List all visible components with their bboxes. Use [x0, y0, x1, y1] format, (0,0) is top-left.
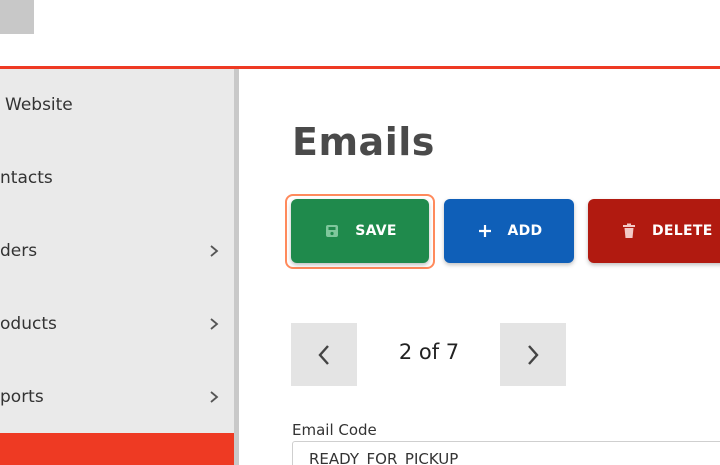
next-page-button[interactable]: [500, 323, 566, 386]
add-button-label: ADD: [507, 223, 543, 239]
sidebar-item-label: ders: [0, 241, 38, 261]
sidebar-divider[interactable]: [234, 69, 239, 465]
sidebar-item-orders[interactable]: ders: [0, 231, 234, 271]
chevron-right-icon: [210, 391, 219, 403]
sidebar-item-label: Website: [5, 95, 73, 115]
previous-page-button[interactable]: [291, 323, 357, 386]
email-code-field[interactable]: [292, 441, 720, 465]
sidebar-item-label: oducts: [0, 314, 57, 334]
sidebar-item-reports[interactable]: ports: [0, 377, 234, 417]
chevron-left-icon: [318, 344, 329, 365]
sidebar-item-label: ntacts: [0, 168, 53, 188]
sidebar-item-active[interactable]: [0, 433, 234, 465]
add-button[interactable]: ADD: [444, 199, 574, 263]
pager-status: 2 of 7: [398, 340, 460, 364]
sidebar-item-products[interactable]: oducts: [0, 304, 234, 344]
logo-icon[interactable]: [0, 0, 34, 34]
delete-button[interactable]: DELETE: [588, 199, 720, 263]
sidebar-item-website[interactable]: Website: [0, 85, 234, 125]
sidebar-item-label: ports: [0, 387, 44, 407]
save-icon: [323, 222, 341, 240]
trash-icon: [620, 222, 638, 240]
sidebar-item-contacts[interactable]: ntacts: [0, 158, 234, 198]
chevron-right-icon: [210, 245, 219, 257]
email-code-label: Email Code: [292, 421, 377, 439]
plus-icon: [476, 222, 494, 240]
top-bar: [0, 0, 720, 66]
chevron-right-icon: [210, 318, 219, 330]
page-title: Emails: [292, 120, 435, 164]
save-button-label: SAVE: [355, 223, 397, 239]
save-button[interactable]: SAVE: [291, 199, 429, 263]
chevron-right-icon: [528, 344, 539, 365]
delete-button-label: DELETE: [652, 223, 713, 239]
sidebar: Website ntacts ders oducts ports: [0, 69, 234, 465]
